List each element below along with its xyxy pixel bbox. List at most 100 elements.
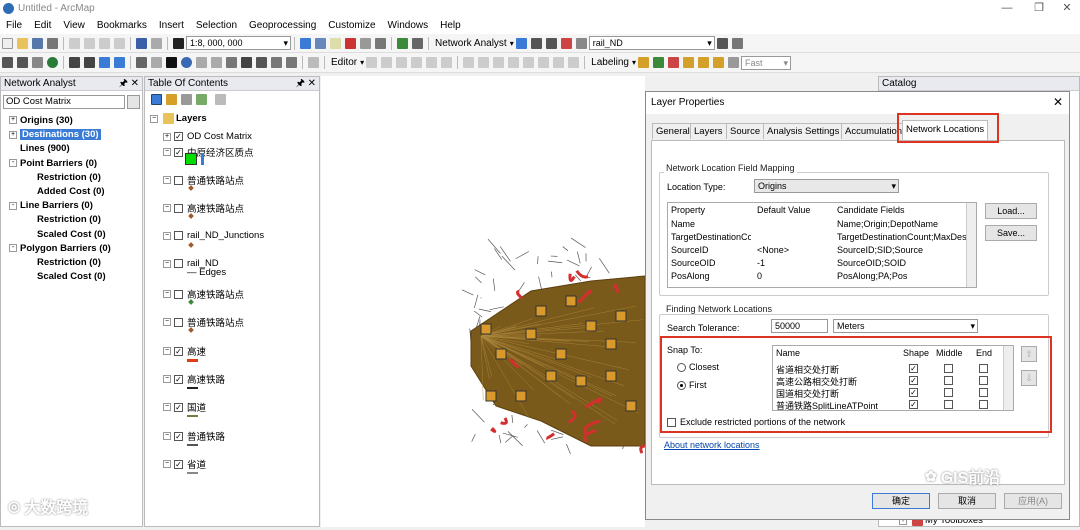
select-features-icon[interactable] xyxy=(136,57,147,68)
time-slider-icon[interactable] xyxy=(286,57,297,68)
expand-icon[interactable]: − xyxy=(163,260,171,268)
grid-cell[interactable]: SourceOID xyxy=(671,258,751,268)
cut-icon[interactable] xyxy=(69,38,80,49)
grid-cell[interactable]: PosAlong xyxy=(671,271,751,281)
close-icon[interactable]: ✕ xyxy=(308,77,316,91)
menu-file[interactable]: File xyxy=(6,20,22,31)
pin-icon[interactable]: 🖈 xyxy=(296,77,305,91)
scale-combo[interactable]: 1:8, 000, 000 xyxy=(186,36,291,50)
toc-options-icon[interactable] xyxy=(215,94,226,105)
na-item[interactable]: +Origins (30) xyxy=(9,115,73,126)
label-weight-icon[interactable] xyxy=(668,57,679,68)
toc-layer[interactable]: −高速铁路站点 xyxy=(163,287,244,301)
labeling-speed-select[interactable]: Fast xyxy=(741,56,791,70)
menu-help[interactable]: Help xyxy=(440,20,461,31)
toc-icon[interactable] xyxy=(315,38,326,49)
point-icon[interactable] xyxy=(441,57,452,68)
label-priority-icon[interactable] xyxy=(653,57,664,68)
layer-visibility-checkbox[interactable]: ✓ xyxy=(174,148,183,157)
grid-cell[interactable]: SourceID xyxy=(671,245,751,255)
create-location-icon[interactable] xyxy=(531,38,542,49)
layer-visibility-checkbox[interactable] xyxy=(174,259,183,268)
clear-selection-icon[interactable] xyxy=(151,57,162,68)
menu-customize[interactable]: Customize xyxy=(328,20,375,31)
grid-cell[interactable]: TargetDestinationCount;MaxDes... xyxy=(837,232,967,242)
na-item[interactable]: +Destinations (30) xyxy=(9,129,101,140)
apply-button[interactable]: 应用(A) xyxy=(1004,493,1062,509)
maximize-icon[interactable]: ❐ xyxy=(1024,0,1054,16)
toc-layer[interactable]: −rail_ND_Junctions xyxy=(163,230,264,241)
paste-icon[interactable] xyxy=(99,38,110,49)
attributes-icon[interactable] xyxy=(538,57,549,68)
rotate-icon[interactable] xyxy=(523,57,534,68)
map-canvas[interactable] xyxy=(321,76,645,527)
trace-icon[interactable] xyxy=(426,57,437,68)
expand-icon[interactable]: − xyxy=(163,176,171,184)
build-network-icon[interactable] xyxy=(717,38,728,49)
menu-bookmarks[interactable]: Bookmarks xyxy=(97,20,147,31)
na-item[interactable]: Restriction (0) xyxy=(37,257,101,268)
toc-layer[interactable]: −✓国道 xyxy=(163,400,206,414)
na-properties-icon[interactable] xyxy=(127,95,140,109)
na-item[interactable]: Restriction (0) xyxy=(37,214,101,225)
zoom-out-icon[interactable] xyxy=(17,57,28,68)
grid-cell[interactable]: PosAlong;PA;Pos xyxy=(837,271,967,281)
editor-toolbar-icon[interactable] xyxy=(300,38,311,49)
expand-icon[interactable]: − xyxy=(163,148,171,156)
edit-annotation-icon[interactable] xyxy=(381,57,392,68)
cut-polygons-icon[interactable] xyxy=(493,57,504,68)
tolerance-unit-select[interactable]: Meters xyxy=(833,319,978,333)
layer-visibility-checkbox[interactable]: ✓ xyxy=(174,403,183,412)
back-icon[interactable] xyxy=(99,57,110,68)
layer-visibility-checkbox[interactable] xyxy=(174,204,183,213)
identify-icon[interactable] xyxy=(181,57,192,68)
expand-icon[interactable]: + xyxy=(9,131,17,139)
menu-selection[interactable]: Selection xyxy=(196,20,237,31)
find-route-icon[interactable] xyxy=(256,57,267,68)
print-icon[interactable] xyxy=(47,38,58,49)
expand-icon[interactable]: - xyxy=(9,202,17,210)
expand-icon[interactable]: - xyxy=(9,159,17,167)
pin-icon[interactable]: 🖈 xyxy=(119,77,128,91)
pause-labeling-icon[interactable] xyxy=(698,57,709,68)
expand-icon[interactable]: - xyxy=(9,244,17,252)
layer-visibility-checkbox[interactable] xyxy=(174,318,183,327)
create-viewer-icon[interactable] xyxy=(308,57,319,68)
open-icon[interactable] xyxy=(17,38,28,49)
grid-cell[interactable]: SourceID;SID;Source xyxy=(837,245,967,255)
grid-cell[interactable]: Name xyxy=(671,219,751,229)
na-item[interactable]: -Point Barriers (0) xyxy=(9,158,97,169)
directions-icon[interactable] xyxy=(576,38,587,49)
straight-segment-icon[interactable] xyxy=(396,57,407,68)
close-icon[interactable]: ✕ xyxy=(1052,0,1080,16)
close-icon[interactable]: ✕ xyxy=(131,77,139,91)
menu-geoprocessing[interactable]: Geoprocessing xyxy=(249,20,316,31)
grid-scrollbar[interactable] xyxy=(966,203,976,288)
reshape-icon[interactable] xyxy=(478,57,489,68)
cancel-button[interactable]: 取消 xyxy=(938,493,996,509)
sketch-properties-icon[interactable] xyxy=(553,57,564,68)
catalog-icon[interactable] xyxy=(330,38,341,49)
arctoolbox-icon[interactable] xyxy=(360,38,371,49)
search-window-icon[interactable] xyxy=(345,38,356,49)
tab-analysis-settings[interactable]: Analysis Settings xyxy=(763,123,843,139)
network-analyst-menu[interactable]: Network Analyst xyxy=(435,38,507,49)
save-button[interactable]: Save... xyxy=(985,225,1037,241)
minimize-icon[interactable]: — xyxy=(992,0,1022,16)
fixed-zoom-in-icon[interactable] xyxy=(69,57,80,68)
expand-icon[interactable]: − xyxy=(163,318,171,326)
layer-visibility-checkbox[interactable]: ✓ xyxy=(174,460,183,469)
menu-insert[interactable]: Insert xyxy=(159,20,184,31)
toc-layer[interactable]: −高速铁路站点 xyxy=(163,201,244,215)
delete-icon[interactable] xyxy=(114,38,125,49)
layer-visibility-checkbox[interactable] xyxy=(174,290,183,299)
toc-root-layers[interactable]: −Layers xyxy=(150,113,207,124)
create-features-icon[interactable] xyxy=(568,57,579,68)
na-item[interactable]: -Polygon Barriers (0) xyxy=(9,243,111,254)
na-item[interactable]: Scaled Cost (0) xyxy=(37,271,106,282)
view-unplaced-icon[interactable] xyxy=(713,57,724,68)
list-by-source-icon[interactable] xyxy=(166,94,177,105)
fixed-zoom-out-icon[interactable] xyxy=(84,57,95,68)
list-by-drawing-order-icon[interactable] xyxy=(151,94,162,105)
menu-edit[interactable]: Edit xyxy=(34,20,51,31)
